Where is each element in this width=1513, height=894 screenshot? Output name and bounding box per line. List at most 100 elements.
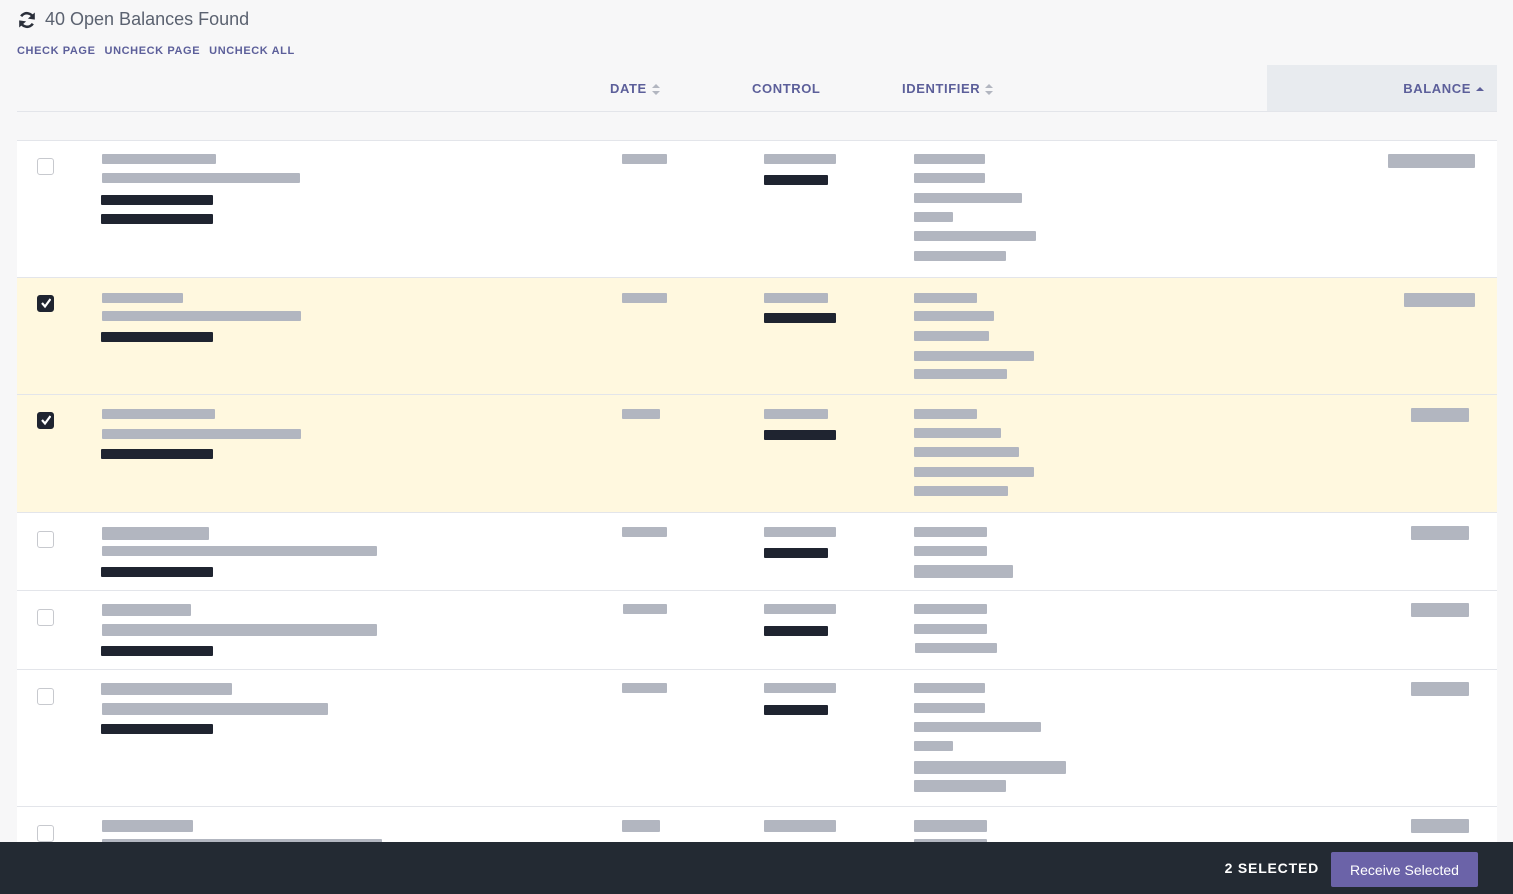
redacted-text (102, 409, 215, 419)
column-header-identifier[interactable]: IDENTIFIER (902, 65, 994, 111)
check-page-link[interactable]: CHECK PAGE (17, 45, 96, 57)
redacted-identifier (914, 741, 953, 751)
redacted-identifier (914, 447, 1019, 457)
redacted-identifier (914, 624, 987, 634)
selection-footer: 2 SELECTED Receive Selected (0, 842, 1513, 894)
table-row[interactable] (17, 141, 1497, 278)
redacted-balance (1411, 526, 1469, 540)
redacted-control (764, 527, 836, 537)
redacted-date (622, 820, 660, 832)
redacted-identifier (914, 604, 987, 614)
redacted-text (101, 195, 213, 205)
redacted-control (764, 313, 836, 323)
redacted-identifier (914, 331, 989, 341)
refresh-icon[interactable] (17, 10, 37, 30)
redacted-identifier (914, 173, 985, 183)
redacted-date (622, 293, 667, 303)
redacted-identifier (914, 486, 1008, 496)
receive-selected-button[interactable]: Receive Selected (1331, 852, 1478, 887)
table-row[interactable] (17, 513, 1497, 591)
redacted-text (102, 173, 300, 183)
redacted-text (101, 449, 213, 459)
redacted-identifier (914, 565, 1013, 578)
row-checkbox[interactable] (37, 531, 54, 548)
redacted-balance (1404, 293, 1475, 307)
table-row[interactable] (17, 591, 1497, 670)
bulk-actions: CHECK PAGE UNCHECK PAGE UNCHECK ALL (17, 45, 295, 57)
redacted-text (102, 820, 193, 832)
redacted-text (101, 567, 213, 577)
redacted-text (101, 332, 213, 342)
row-checkbox[interactable] (37, 609, 54, 626)
table-spacer (17, 112, 1497, 141)
redacted-balance (1411, 603, 1469, 617)
row-checkbox[interactable] (37, 412, 54, 429)
redacted-identifier (914, 722, 1041, 732)
redacted-text (102, 293, 183, 303)
results-header: 40 Open Balances Found (17, 9, 249, 30)
redacted-balance (1411, 819, 1469, 833)
redacted-text (102, 703, 328, 715)
redacted-identifier (914, 154, 985, 164)
uncheck-page-link[interactable]: UNCHECK PAGE (105, 45, 201, 57)
check-icon (41, 415, 51, 426)
column-identifier-label: IDENTIFIER (902, 80, 981, 96)
redacted-text (102, 154, 216, 164)
redacted-date (622, 409, 660, 419)
redacted-text (101, 646, 213, 656)
redacted-identifier (914, 409, 977, 419)
redacted-identifier (914, 293, 977, 303)
redacted-control (764, 705, 828, 715)
sort-both-icon (651, 83, 660, 95)
redacted-identifier (914, 428, 1001, 438)
redacted-text (102, 527, 209, 540)
table-row[interactable] (17, 670, 1497, 807)
redacted-control (764, 430, 836, 440)
redacted-identifier (914, 527, 987, 537)
check-icon (41, 298, 51, 309)
redacted-identifier (914, 193, 1022, 203)
column-header-date[interactable]: DATE (610, 65, 660, 111)
redacted-control (764, 683, 836, 693)
redacted-identifier (914, 683, 985, 693)
redacted-text (102, 429, 301, 439)
redacted-date (622, 527, 667, 537)
column-header-balance[interactable]: BALANCE (1267, 65, 1497, 111)
redacted-control (764, 626, 828, 636)
redacted-identifier (914, 761, 1066, 774)
row-checkbox[interactable] (37, 158, 54, 175)
uncheck-all-link[interactable]: UNCHECK ALL (209, 45, 295, 57)
redacted-control (764, 154, 836, 164)
redacted-text (101, 214, 213, 224)
row-checkbox[interactable] (37, 688, 54, 705)
redacted-control (764, 175, 828, 185)
redacted-date (622, 154, 667, 164)
redacted-identifier (914, 546, 987, 556)
redacted-identifier (914, 467, 1034, 477)
redacted-identifier (914, 369, 1007, 379)
table-row[interactable] (17, 395, 1497, 513)
redacted-identifier (915, 643, 997, 653)
selected-count: 2 SELECTED (1224, 860, 1319, 876)
redacted-control (764, 548, 828, 558)
redacted-text (101, 724, 213, 734)
row-checkbox[interactable] (37, 295, 54, 312)
page-title: 40 Open Balances Found (45, 9, 250, 29)
column-balance-label: BALANCE (1403, 80, 1471, 96)
redacted-balance (1411, 408, 1469, 422)
redacted-date (623, 604, 667, 614)
row-checkbox[interactable] (37, 825, 54, 842)
redacted-control (764, 604, 836, 614)
column-date-label: DATE (610, 80, 647, 96)
table-row[interactable] (17, 278, 1497, 395)
redacted-control (764, 409, 828, 419)
table-header: DATE CONTROL IDENTIFIER BALANCE (17, 65, 1497, 112)
redacted-text (101, 683, 232, 695)
redacted-identifier (914, 703, 985, 713)
redacted-text (102, 604, 191, 616)
redacted-control (764, 293, 828, 303)
column-header-control: CONTROL (752, 65, 820, 111)
redacted-date (622, 683, 667, 693)
column-control-label: CONTROL (752, 80, 821, 96)
sort-both-icon (985, 83, 994, 95)
